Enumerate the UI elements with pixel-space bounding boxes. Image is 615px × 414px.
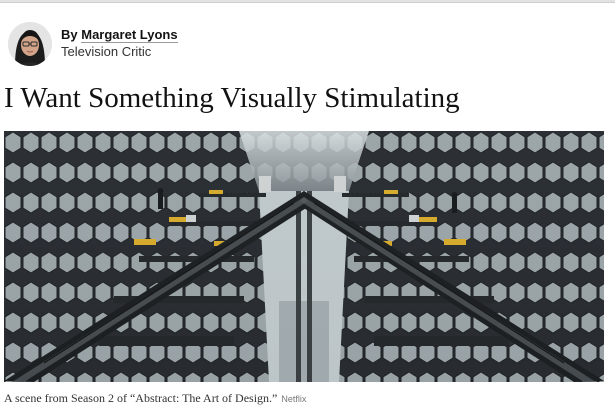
byline-text: By Margaret Lyons Television Critic	[61, 27, 178, 61]
image-caption: A scene from Season 2 of “Abstract: The …	[4, 391, 306, 406]
image-credit: Netflix	[281, 394, 307, 404]
author-link[interactable]: Margaret Lyons	[81, 27, 178, 43]
hero-image[interactable]	[4, 131, 604, 382]
author-role: Television Critic	[61, 44, 152, 59]
author-avatar[interactable]	[8, 22, 52, 66]
caption-text: A scene from Season 2 of “Abstract: The …	[4, 391, 278, 405]
byline-prefix: By	[61, 27, 78, 42]
article-headline: I Want Something Visually Stimulating	[4, 82, 460, 114]
hero-photo	[4, 131, 604, 382]
author-portrait-icon	[8, 22, 52, 66]
byline: By Margaret Lyons Television Critic	[8, 20, 178, 68]
byline-name-line: By Margaret Lyons	[61, 27, 178, 43]
top-divider	[0, 0, 615, 3]
